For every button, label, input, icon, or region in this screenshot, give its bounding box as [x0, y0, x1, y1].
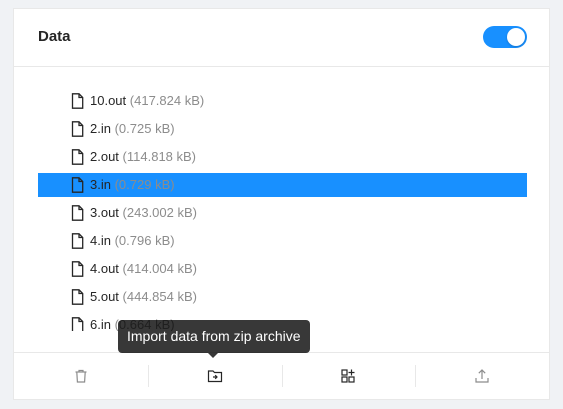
- card-title: Data: [38, 28, 71, 45]
- file-size: (444.854 kB): [122, 289, 197, 304]
- file-label: 2.out (114.818 kB): [90, 149, 196, 164]
- file-size: (0.729 kB): [114, 177, 175, 192]
- file-name: 3.in: [90, 177, 111, 192]
- file-row[interactable]: 2.out (114.818 kB): [38, 145, 527, 169]
- file-label: 2.in (0.725 kB): [90, 121, 175, 136]
- file-name: 2.in: [90, 121, 111, 136]
- file-row[interactable]: 5.out (444.854 kB): [38, 285, 527, 309]
- file-icon: [71, 177, 84, 193]
- tooltip: Import data from zip archive: [118, 320, 310, 353]
- file-icon: [71, 289, 84, 305]
- delete-button[interactable]: [14, 353, 148, 399]
- folder-import-icon: [207, 368, 223, 384]
- file-size: (417.824 kB): [129, 93, 205, 108]
- file-icon: [71, 93, 84, 109]
- file-row[interactable]: 4.in (0.796 kB): [38, 229, 527, 253]
- trash-icon: [73, 368, 89, 384]
- file-icon: [71, 121, 84, 137]
- file-icon: [71, 317, 84, 331]
- file-row[interactable]: 4.out (414.004 kB): [38, 257, 527, 281]
- file-name: 5.out: [90, 289, 119, 304]
- file-name: 4.out: [90, 261, 119, 276]
- data-toggle-switch[interactable]: [483, 26, 527, 48]
- file-label: 3.in (0.729 kB): [90, 177, 175, 192]
- file-size: (0.796 kB): [114, 233, 175, 248]
- file-list[interactable]: 10.out (417.824 kB) 2.in (0.725 kB) 2.out …: [14, 89, 549, 331]
- file-label: 10.out (417.824 kB): [90, 93, 204, 108]
- grid-plus-icon: [340, 368, 356, 384]
- file-size: (0.725 kB): [114, 121, 175, 136]
- file-name: 2.out: [90, 149, 119, 164]
- file-name: 6.in: [90, 317, 111, 331]
- import-zip-button[interactable]: [147, 353, 282, 399]
- file-icon: [71, 261, 84, 277]
- file-row[interactable]: 3.out (243.002 kB): [38, 201, 527, 225]
- toggle-knob: [507, 28, 525, 46]
- file-name: 3.out: [90, 205, 119, 220]
- file-size: (414.004 kB): [122, 261, 197, 276]
- file-icon: [71, 205, 84, 221]
- file-icon: [71, 233, 84, 249]
- file-row[interactable]: 3.in (0.729 kB): [38, 173, 527, 197]
- card-header: Data: [14, 9, 549, 67]
- file-size: (243.002 kB): [122, 205, 197, 220]
- upload-icon: [474, 368, 490, 384]
- tooltip-arrow: [208, 353, 218, 358]
- file-label: 4.in (0.796 kB): [90, 233, 175, 248]
- file-name: 4.in: [90, 233, 111, 248]
- file-label: 3.out (243.002 kB): [90, 205, 197, 220]
- file-row[interactable]: 2.in (0.725 kB): [38, 117, 527, 141]
- file-size: (114.818 kB): [122, 149, 197, 164]
- upload-button[interactable]: [415, 353, 549, 399]
- file-label: 4.out (414.004 kB): [90, 261, 197, 276]
- file-name: 10.out: [90, 93, 127, 108]
- card-actions: [14, 352, 549, 399]
- manage-files-button[interactable]: [281, 353, 416, 399]
- file-icon: [71, 149, 84, 165]
- file-row[interactable]: 10.out (417.824 kB): [38, 89, 527, 113]
- file-label: 5.out (444.854 kB): [90, 289, 197, 304]
